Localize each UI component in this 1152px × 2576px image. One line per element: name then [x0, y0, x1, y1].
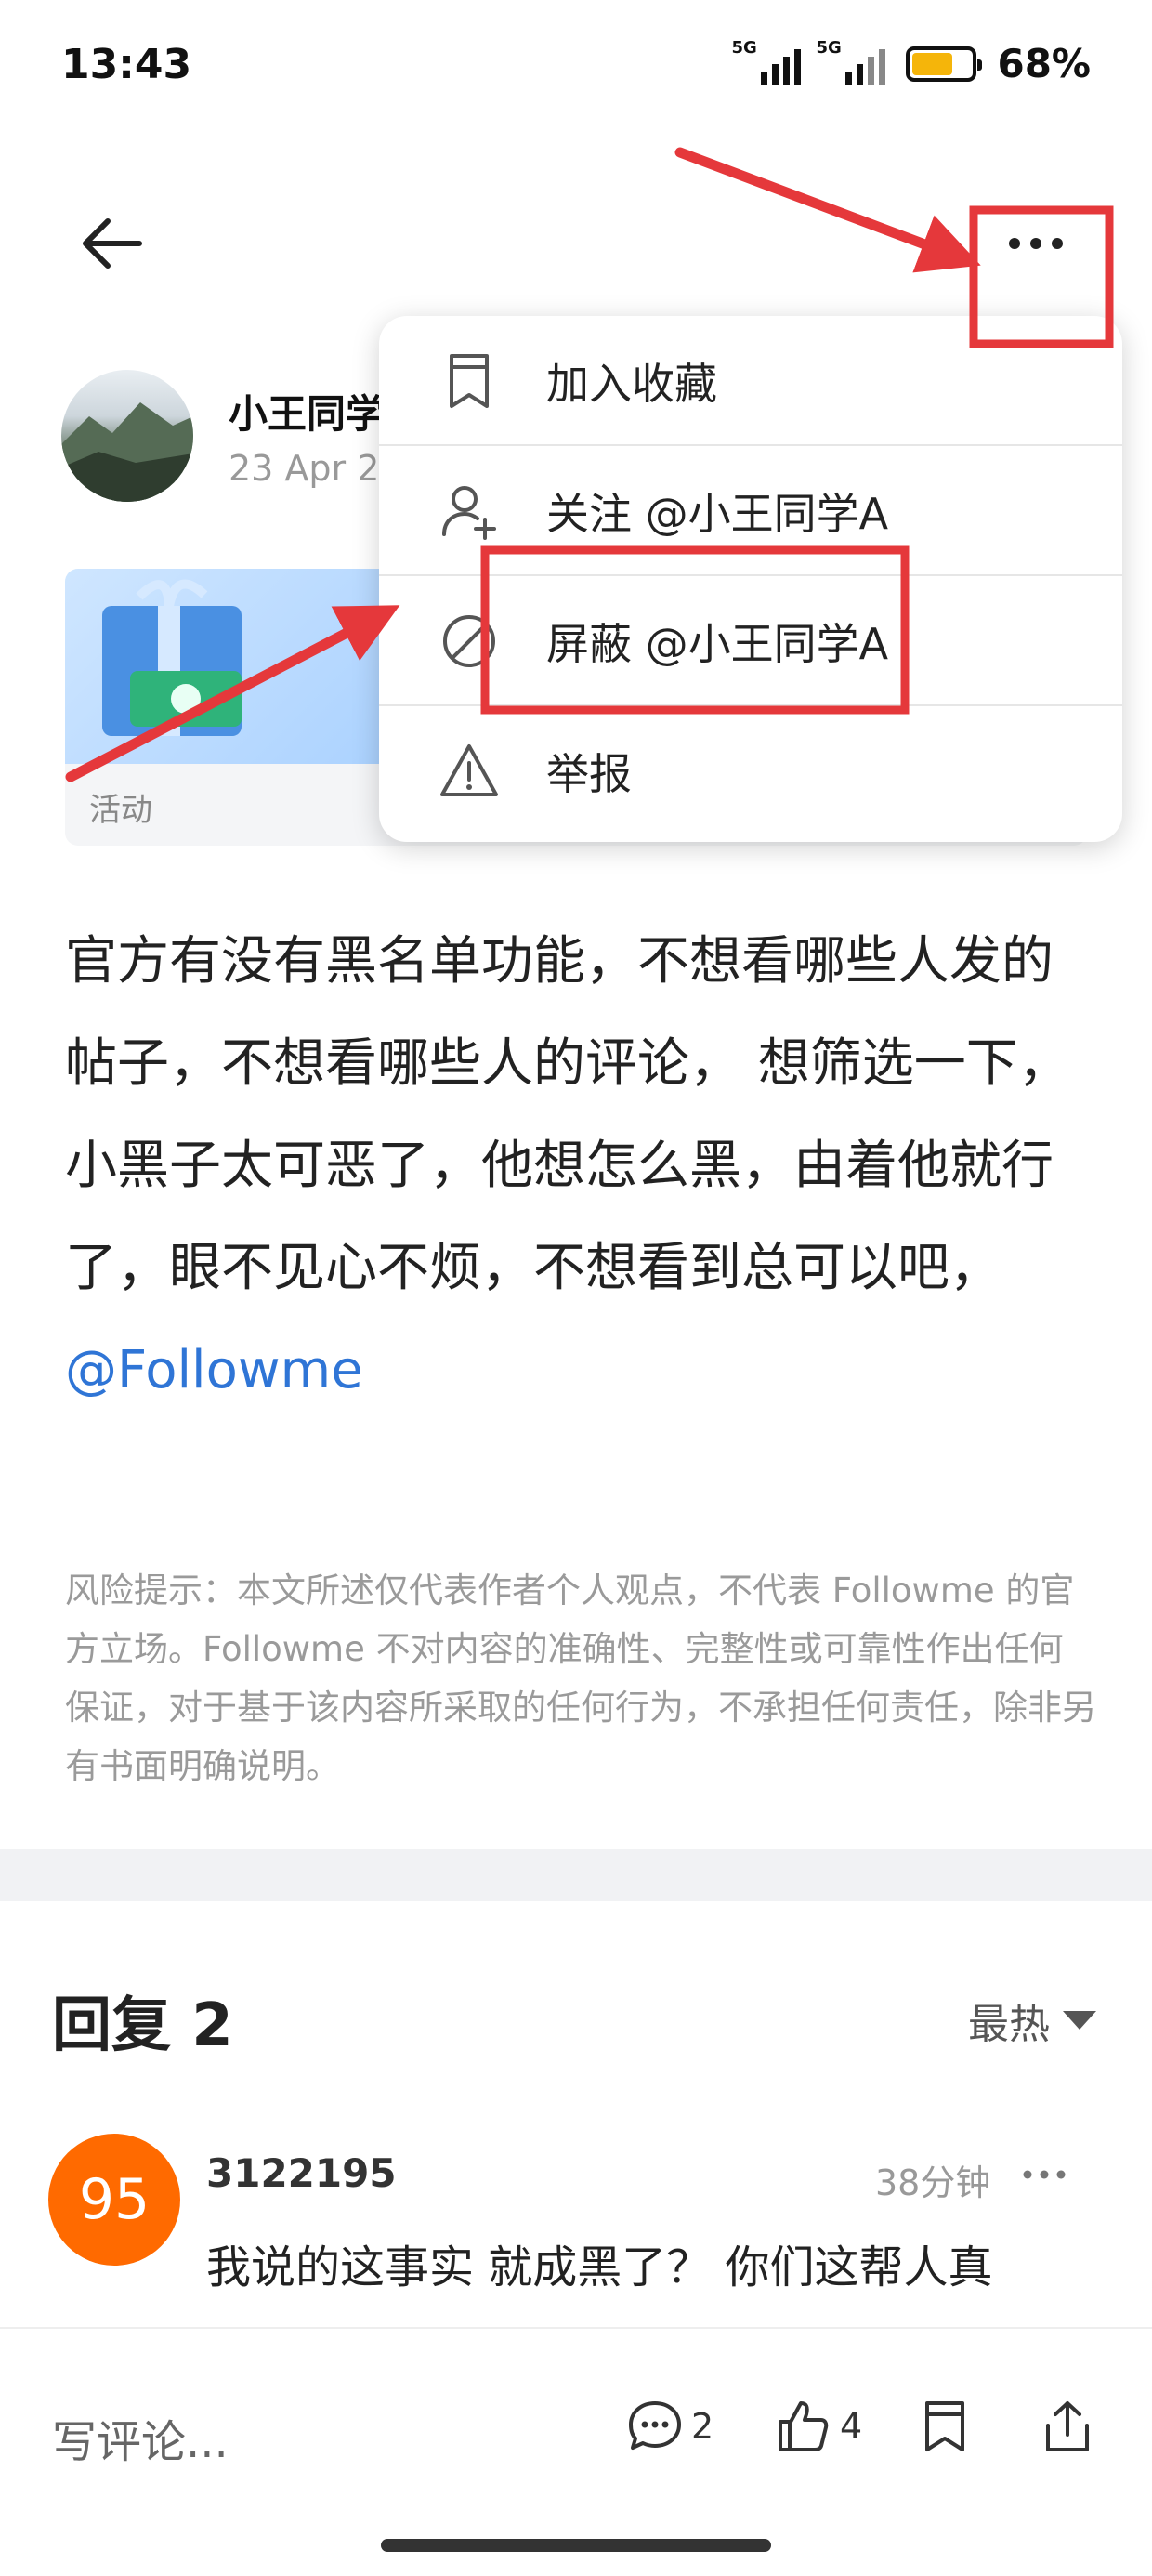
comment-text: 我说的这事实 就成黑了？ 你们这帮人真 [206, 2241, 993, 2293]
bookmark-icon [450, 354, 489, 408]
comment-avatar[interactable]: 95 [48, 2134, 180, 2266]
ellipsis-icon[interactable] [994, 216, 1078, 271]
post-body: 官方有没有黑名单功能，不想看哪些人发的帖子，不想看哪些人的评论， 想筛选一下， … [65, 911, 1096, 1422]
favorite-button[interactable] [914, 2396, 975, 2457]
menu-item-favorite[interactable]: 加入收藏 [379, 316, 1122, 446]
more-options-menu: 加入收藏 关注 @小王同学A 屏蔽 @小王同学A 举报 [379, 316, 1122, 842]
replies-title: 回复 2 [52, 1991, 233, 2060]
sort-label: 最热 [968, 2001, 1050, 2048]
post-date: 23 Apr 20 [229, 448, 402, 489]
battery-percent: 68% [997, 41, 1091, 86]
menu-item-report[interactable]: 举报 [379, 706, 1122, 836]
comment-username[interactable]: 3122195 [206, 2150, 397, 2196]
comment-count: 2 [691, 2406, 714, 2447]
status-indicators: 5G 5G 68% [731, 38, 1091, 87]
mention-link[interactable]: @Followme [65, 1340, 363, 1400]
share-icon [1046, 2401, 1089, 2451]
menu-item-label: 屏蔽 @小王同学A [546, 619, 889, 669]
block-icon [443, 615, 495, 667]
gift-box-image [65, 569, 418, 764]
risk-disclaimer: 风险提示：本文所述仅代表作者个人观点，不代表 Followme 的官方立场。Fo… [65, 1571, 1096, 1786]
post-text: 官方有没有黑名单功能，不想看哪些人发的帖子，不想看哪些人的评论， 想筛选一下， … [65, 931, 1070, 1298]
comment-count-button[interactable]: 2 [624, 2396, 713, 2457]
comment-input[interactable]: 写评论... [52, 2405, 229, 2470]
activity-label: 活动 [89, 792, 152, 829]
author-name[interactable]: 小王同学 [229, 383, 385, 440]
menu-item-label: 举报 [546, 749, 632, 799]
user-add-icon [442, 486, 496, 540]
warning-icon [440, 744, 498, 796]
section-divider [0, 1849, 1152, 1901]
arrow-left-icon[interactable] [74, 206, 149, 281]
menu-item-block[interactable]: 屏蔽 @小王同学A [379, 576, 1122, 706]
avatar[interactable] [61, 370, 193, 502]
battery-fill [912, 52, 952, 75]
menu-item-follow[interactable]: 关注 @小王同学A [379, 446, 1122, 576]
caret-down-icon [1063, 2011, 1096, 2030]
signal-icon: 5G [731, 38, 802, 85]
signal-icon-2: 5G [816, 38, 886, 85]
bookmark-icon [925, 2401, 964, 2451]
annotation-arrow-more [674, 147, 981, 273]
home-indicator[interactable] [381, 2539, 771, 2552]
status-bar: 13:43 5G 5G 68% [0, 0, 1152, 139]
status-time: 13:43 [61, 41, 192, 88]
sort-dropdown[interactable]: 最热 [968, 1991, 1096, 2050]
comment-item: 95 3122195 38分钟 我说的这事实 就成黑了？ 你们这帮人真 [48, 2128, 1107, 2323]
battery-icon [906, 46, 983, 82]
comment-time: 38分钟 [875, 2162, 991, 2203]
like-button[interactable]: 4 [773, 2396, 862, 2457]
thumbs-up-icon [779, 2401, 829, 2451]
share-button[interactable] [1037, 2396, 1098, 2457]
ellipsis-icon[interactable] [1018, 2156, 1070, 2193]
bottom-action-bar: 写评论... 2 4 [0, 2327, 1152, 2576]
menu-item-label: 加入收藏 [546, 359, 717, 409]
like-count: 4 [840, 2406, 863, 2447]
chat-bubble-icon [629, 2401, 681, 2450]
menu-item-label: 关注 @小王同学A [546, 489, 889, 539]
